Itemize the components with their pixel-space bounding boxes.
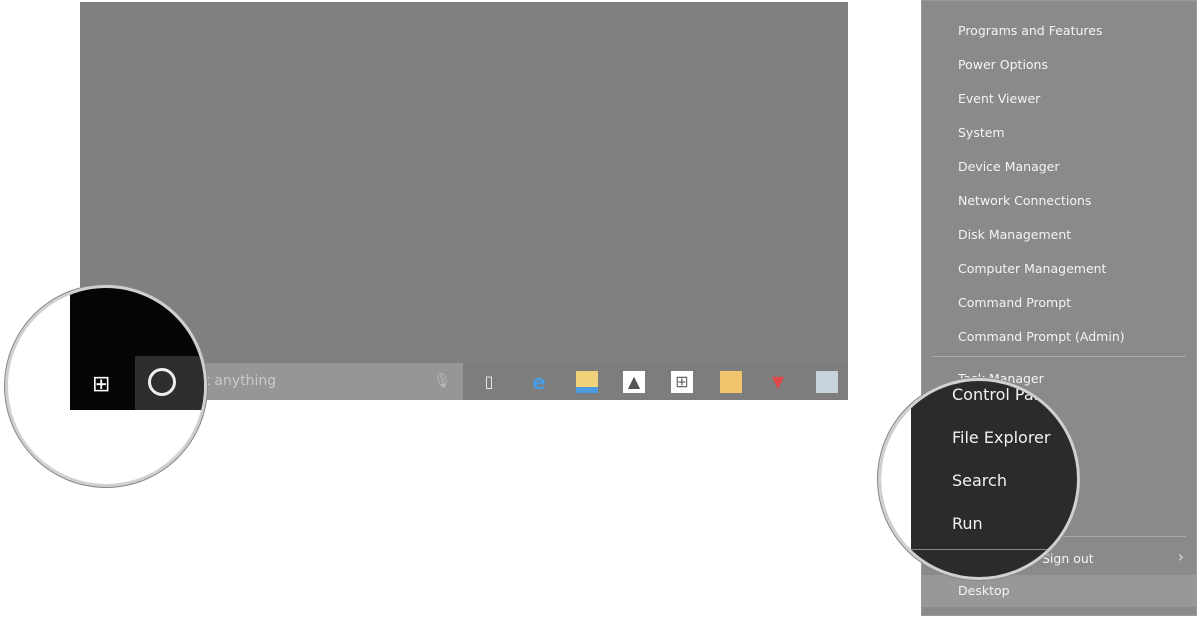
vivaldi-icon[interactable]: ▼ <box>767 371 789 393</box>
task-view-icon[interactable]: ▯ <box>478 371 500 393</box>
remote-desktop-icon[interactable] <box>816 371 838 393</box>
store-icon[interactable]: ⊞ <box>671 371 693 393</box>
file-explorer-icon[interactable] <box>576 371 598 393</box>
app-icon[interactable] <box>720 371 742 393</box>
magnified-control-panel[interactable]: Control Panel <box>952 385 1058 404</box>
menu-item-desktop[interactable]: Desktop <box>922 575 1196 607</box>
chevron-right-icon: › <box>1177 547 1184 566</box>
menu-item-network-connections[interactable]: Network Connections <box>958 193 1091 208</box>
cortana-icon[interactable] <box>148 368 176 396</box>
edge-icon[interactable]: e <box>528 371 550 393</box>
magnifier-menu: Control Panel File Explorer Search Run <box>878 378 1080 580</box>
menu-item-programs-and-features[interactable]: Programs and Features <box>958 23 1102 38</box>
microphone-icon[interactable]: 🎙 <box>433 373 451 389</box>
magnifier-start-button: ⊞ <box>5 285 207 487</box>
menu-item-device-manager[interactable]: Device Manager <box>958 159 1060 174</box>
menu-item-system[interactable]: System <box>958 125 1005 140</box>
divider <box>911 549 1077 550</box>
magnified-search[interactable]: Search <box>952 471 1007 490</box>
windows-start-icon[interactable]: ⊞ <box>92 372 110 397</box>
menu-item-disk-management[interactable]: Disk Management <box>958 227 1071 242</box>
menu-item-command-prompt-admin[interactable]: Command Prompt (Admin) <box>958 329 1125 344</box>
divider <box>932 356 1186 357</box>
desktop-label: Desktop <box>958 583 1010 598</box>
menu-item-power-options[interactable]: Power Options <box>958 57 1048 72</box>
magnified-file-explorer[interactable]: File Explorer <box>952 428 1050 447</box>
menu-item-command-prompt[interactable]: Command Prompt <box>958 295 1071 310</box>
menu-item-event-viewer[interactable]: Event Viewer <box>958 91 1040 106</box>
photos-icon[interactable]: ▲ <box>623 371 645 393</box>
magnified-run[interactable]: Run <box>952 514 983 533</box>
menu-item-sign-out[interactable]: Sign out <box>1042 551 1094 566</box>
menu-item-computer-management[interactable]: Computer Management <box>958 261 1106 276</box>
